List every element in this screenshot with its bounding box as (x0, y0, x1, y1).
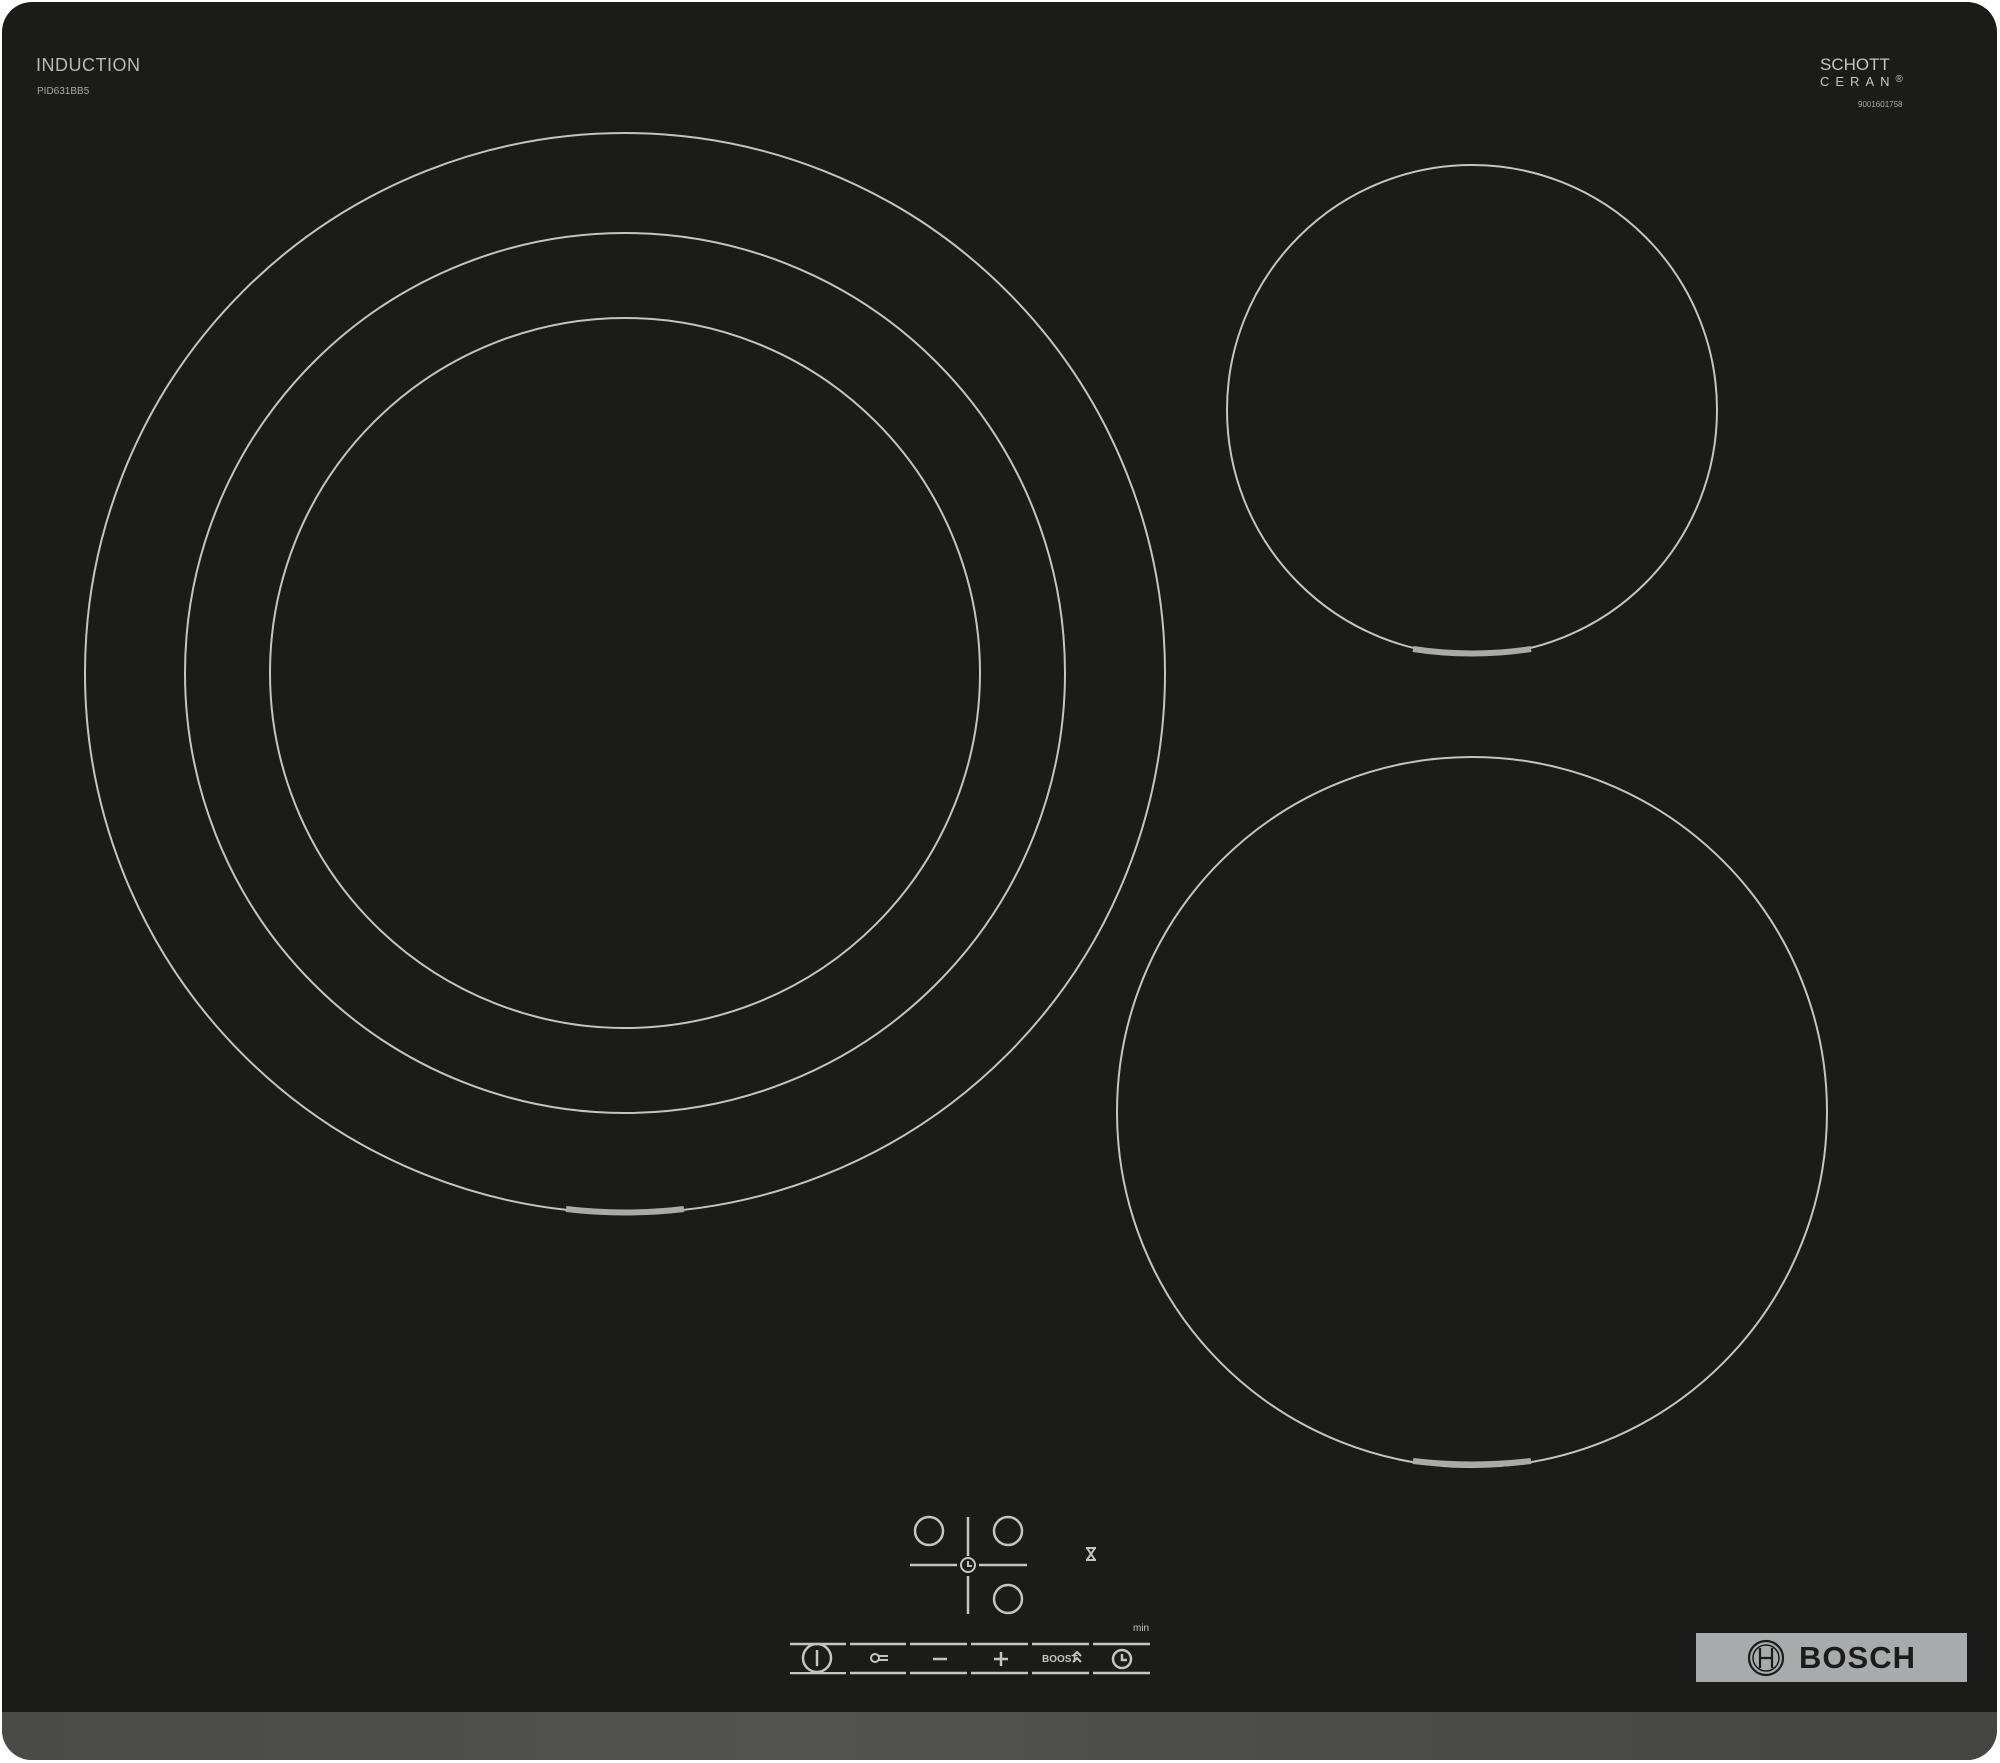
child-lock-button[interactable] (870, 1653, 888, 1663)
key-icon (870, 1653, 880, 1663)
clock-icon[interactable] (960, 1557, 976, 1573)
medium-zone-bottom-right[interactable] (1116, 756, 1828, 1468)
zone-ring-middle (184, 232, 1066, 1114)
hourglass-icon (1086, 1547, 1096, 1561)
zone-ring (1116, 756, 1828, 1468)
plus-icon (994, 1652, 1008, 1666)
power-button[interactable] (790, 1642, 848, 1674)
zone-ring-outer (84, 132, 1166, 1214)
brand-name: BOSCH (1799, 1639, 1916, 1675)
zone-selector-bottom-right[interactable] (992, 1583, 1024, 1615)
timer-button[interactable] (1111, 1648, 1133, 1670)
zone-indicator-large (565, 1206, 685, 1216)
small-zone-top-right[interactable] (1226, 164, 1718, 657)
bosch-logo-icon (1747, 1639, 1785, 1676)
hob-markings (84, 132, 1828, 1677)
zone-ring-inner (269, 317, 981, 1029)
zone-selector-top-left[interactable] (913, 1515, 945, 1547)
plus-button[interactable] (994, 1652, 1008, 1666)
zone-ring (1226, 164, 1718, 656)
zone-indicator-small (1412, 646, 1532, 657)
timer-min-label: min (1133, 1623, 1150, 1634)
zone-indicator-medium (1412, 1458, 1532, 1468)
zone-selector-top-right[interactable] (992, 1515, 1024, 1547)
brand-plate: BOSCH (1696, 1633, 1967, 1682)
front-frame (2, 1712, 1997, 1760)
large-zone-left[interactable] (84, 132, 1166, 1216)
cooktop-glass: INDUCTION PID631BB5 SCHOTT CERAN® 900160… (2, 2, 1997, 1760)
boost-button-label[interactable]: BOOST (1042, 1654, 1078, 1665)
